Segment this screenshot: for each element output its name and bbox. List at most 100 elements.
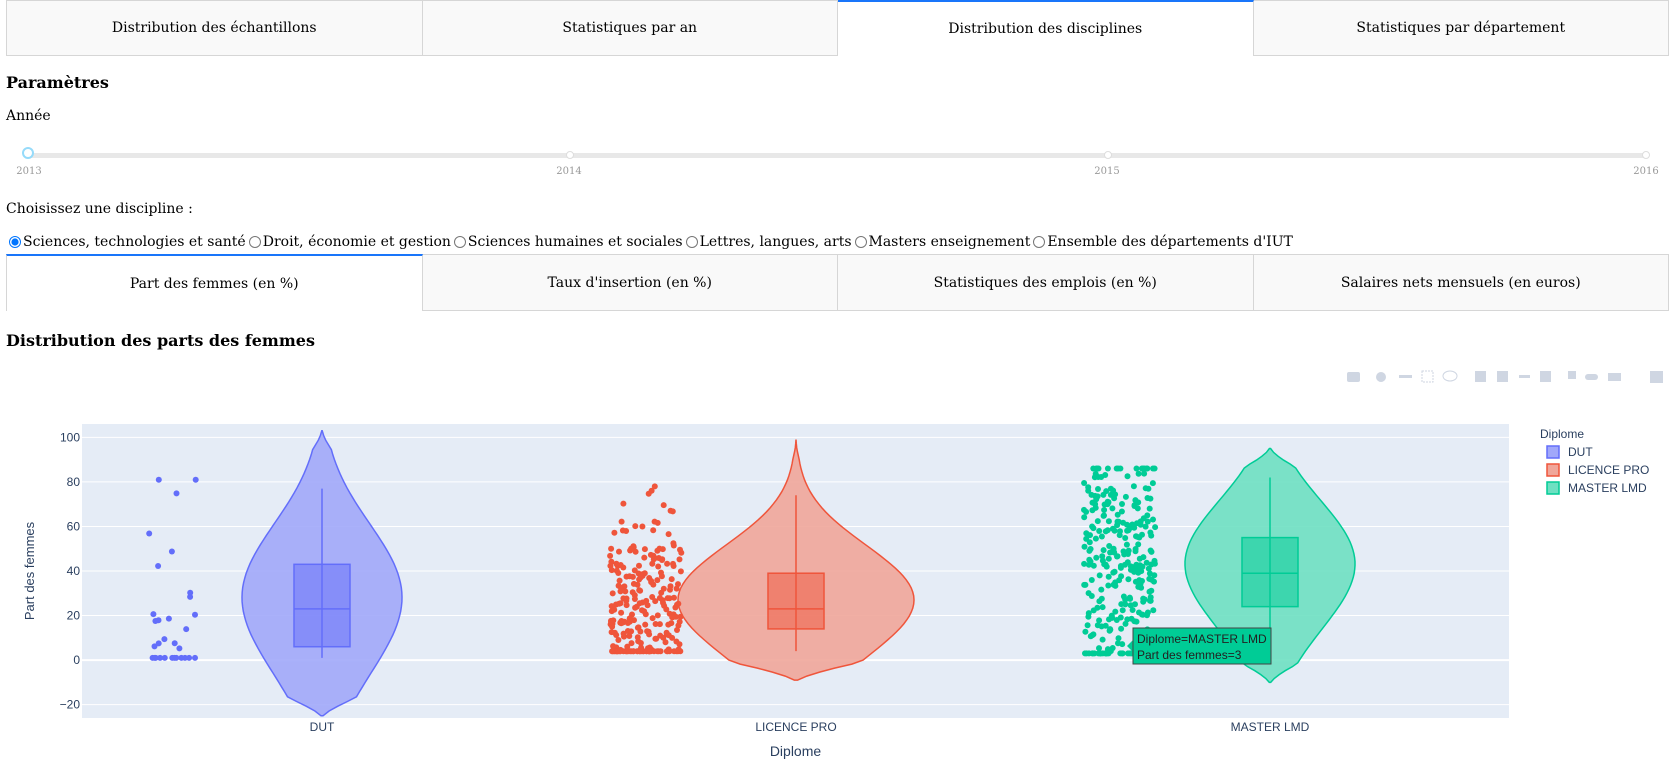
radio-lettres-langues-arts[interactable]: Lettres, langues, arts [683,234,852,250]
pan-icon[interactable] [1399,375,1412,378]
data-point [1125,551,1131,557]
tooltip-line-2: Part des femmes=3 [1137,648,1242,662]
radio-input[interactable] [854,236,867,248]
data-point [630,648,637,655]
plotly-logo-icon[interactable] [1650,371,1663,383]
data-point [1098,533,1105,540]
data-point [654,577,661,584]
zoom-in-icon[interactable] [1475,371,1486,382]
autoscale-icon[interactable] [1519,375,1530,378]
slider-mark-2013: 2013 [16,166,42,177]
year-slider-track[interactable] [29,153,1649,158]
data-point [626,573,633,580]
data-point [1109,505,1116,512]
data-point [171,640,178,647]
legend-item: MASTER LMD [1568,481,1647,495]
data-point [610,617,617,624]
radio-input[interactable] [685,236,698,248]
data-point [668,576,675,583]
tab-statistiques-emplois[interactable]: Statistiques des emplois (en %) [838,254,1254,311]
radio-ensemble-departements-iut[interactable]: Ensemble des départements d'IUT [1030,234,1293,250]
slider-dot-2014[interactable] [566,151,574,159]
data-point [1096,528,1103,534]
box-select-icon[interactable] [1421,370,1434,383]
tab-taux-insertion[interactable]: Taux d'insertion (en %) [422,254,838,311]
data-point [637,587,644,594]
data-point [1150,516,1156,523]
data-point [654,612,661,619]
data-point [664,648,671,655]
camera-icon[interactable] [1347,372,1360,382]
radio-label: Ensemble des départements d'IUT [1047,234,1293,250]
data-point [1088,491,1095,498]
zoom-icon[interactable] [1376,372,1386,382]
slider-mark-2015: 2015 [1094,166,1120,177]
y-tick-label: 100 [60,430,80,444]
tab-distribution-disciplines[interactable]: Distribution des disciplines [838,0,1254,56]
hover-tooltip: Diplome=MASTER LMD Part des femmes=3 [1127,627,1272,665]
tab-salaires-nets[interactable]: Salaires nets mensuels (en euros) [1253,254,1669,311]
data-point [161,636,168,643]
radio-masters-enseignement[interactable]: Masters enseignement [852,234,1030,250]
data-point [623,528,630,534]
data-point [636,648,643,655]
slider-mark-2014: 2014 [556,166,582,177]
data-point [1124,521,1130,528]
data-point [626,615,633,622]
data-point [662,639,669,646]
radio-sciences-technologies-sante[interactable]: Sciences, technologies et santé [6,234,246,250]
data-point [150,611,157,618]
tab-statistiques-par-an[interactable]: Statistiques par an [422,0,838,56]
legend-swatch [1546,463,1560,477]
data-point [1088,577,1095,583]
tab-part-des-femmes[interactable]: Part des femmes (en %) [6,254,423,311]
data-point [161,654,168,661]
data-point [1096,572,1103,579]
tab-distribution-echantillons[interactable]: Distribution des échantillons [6,0,423,56]
data-point [1135,470,1142,477]
y-tick-label: 0 [73,653,80,667]
data-point [675,646,682,653]
data-point [1127,595,1134,602]
legend: Diplome DUT LICENCE PRO MASTER LMD [1540,427,1649,495]
data-point [641,546,648,553]
radio-droit-economie-gestion[interactable]: Droit, économie et gestion [246,234,451,250]
data-point [1104,501,1111,508]
hover-compare-icon[interactable] [1608,373,1621,381]
data-point [1105,573,1112,580]
tab-statistiques-par-departement[interactable]: Statistiques par département [1253,0,1669,56]
lasso-select-icon[interactable] [1442,370,1458,382]
radio-input[interactable] [9,236,21,248]
data-point [1139,531,1145,538]
year-slider-handle[interactable] [22,147,34,159]
data-point [1144,495,1151,501]
data-point [1081,506,1087,513]
data-point [1131,524,1138,531]
data-point [1118,625,1125,632]
data-point [1081,514,1088,521]
hover-closest-icon[interactable] [1585,374,1598,380]
data-point [1140,554,1147,561]
data-point [634,624,641,631]
x-tick-label: DUT [310,720,335,734]
zoom-out-icon[interactable] [1497,371,1508,382]
home-icon[interactable] [1540,371,1551,382]
slider-dot-2015[interactable] [1104,151,1112,159]
data-point [1144,612,1150,619]
spike-lines-icon[interactable] [1568,371,1576,379]
data-point [1082,628,1089,635]
data-point [1125,576,1132,583]
data-point [673,585,680,592]
radio-input[interactable] [453,236,466,248]
data-point [1114,553,1121,560]
data-point [619,619,626,626]
radio-sciences-humaines-sociales[interactable]: Sciences humaines et sociales [451,234,683,250]
radio-input[interactable] [1033,236,1046,248]
radio-input[interactable] [248,236,261,248]
data-point [654,547,661,554]
data-point [1104,465,1111,472]
data-point [1127,563,1134,570]
data-point [1081,560,1088,567]
data-point [1127,602,1134,609]
slider-dot-2016[interactable] [1642,151,1650,159]
